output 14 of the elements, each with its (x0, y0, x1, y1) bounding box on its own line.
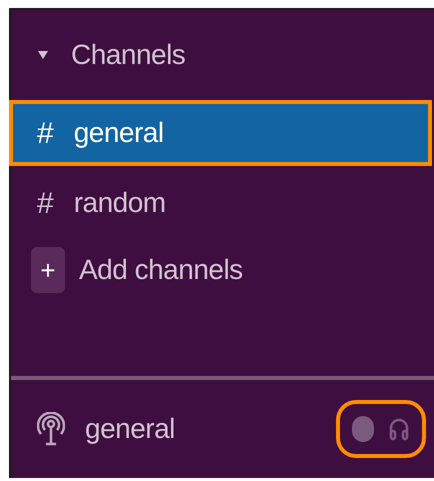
add-icon[interactable]: + (31, 247, 65, 293)
hash-symbol: # (37, 116, 54, 152)
headphones-icon (388, 417, 410, 441)
caret-icon[interactable] (37, 50, 49, 60)
broadcast-icon (37, 412, 65, 446)
channel-name: random (74, 186, 166, 220)
add-channels-link[interactable]: Add channels (79, 249, 243, 291)
huddle-channel-name: general (85, 412, 175, 446)
hash-symbol: # (37, 186, 54, 222)
section-title[interactable]: Channels (71, 34, 186, 76)
channel-item[interactable]: # random (9, 170, 432, 236)
huddle-toggle[interactable] (336, 400, 426, 458)
channel-name: general (74, 116, 164, 150)
channel-item[interactable]: # general (9, 100, 432, 166)
